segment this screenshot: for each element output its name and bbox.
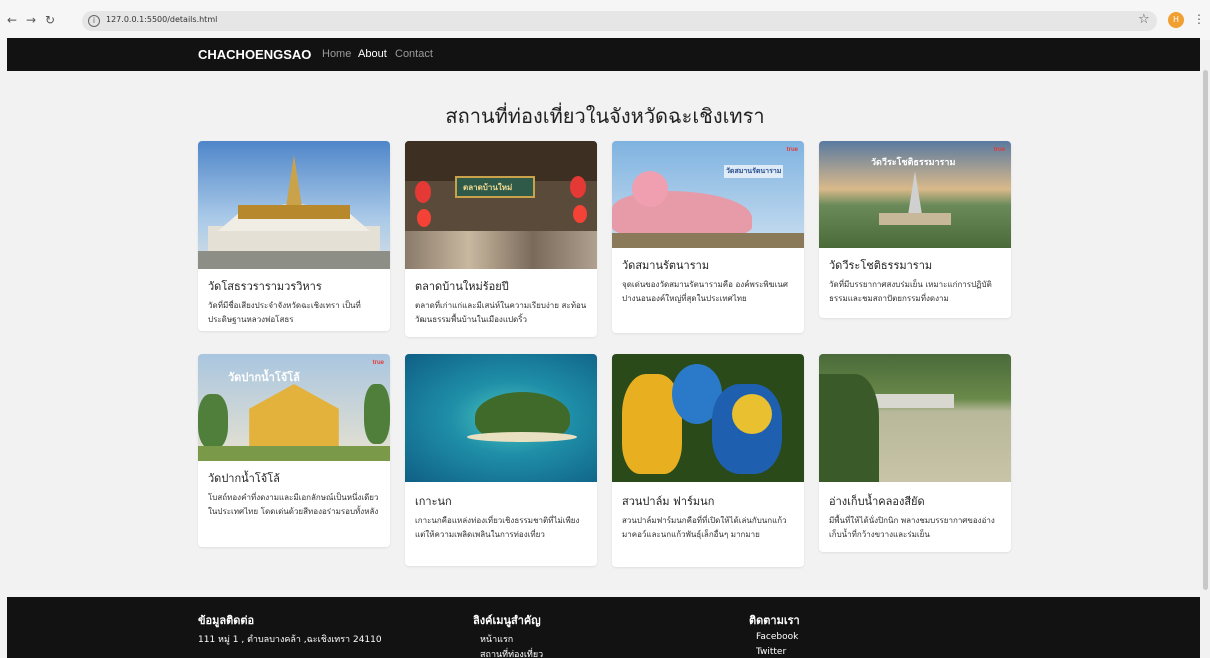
true-logo: true [993,147,1005,153]
place-card[interactable]: true วัดสมานรัตนาราม วัดสมานรัตนาราม จุด… [612,141,804,333]
card-description: วัดที่มีชื่อเสียงประจำจังหวัดฉะเชิงเทรา … [208,301,361,324]
footer-follow-title: ติดตามเรา [749,614,800,627]
card-title: วัดปากน้ำโจ้โล้ [208,472,280,485]
image-overlay-text: วัดสมานรัตนาราม [724,165,784,178]
card-title: อ่างเก็บน้ำคลองสียัด [829,495,925,508]
address-bar[interactable]: i 127.0.0.1:5500/details.html [82,11,1157,31]
url-text: 127.0.0.1:5500/details.html [106,15,218,24]
market-sign-text: ตลาดบ้านใหม่ [463,183,513,192]
browser-menu-icon[interactable]: ⋮ [1193,12,1205,26]
image-overlay-text: วัดวีระโชติธรรมาราม [871,158,956,168]
forward-arrow-icon[interactable]: → [24,13,38,27]
footer-contact-title: ข้อมูลติดต่อ [198,614,255,627]
scrollbar-thumb[interactable] [1203,70,1208,590]
footer-address: 111 หมู่ 1 , ตำบลบางคล้า ,ฉะเชิงเทรา 241… [198,635,382,645]
true-logo: true [786,147,798,153]
nav-link-home[interactable]: Home [322,48,351,60]
browser-toolbar: ← → ↻ i 127.0.0.1:5500/details.html ☆ H … [0,0,1210,40]
card-title: สวนปาล์ม ฟาร์มนก [622,495,715,508]
true-logo: true [372,360,384,366]
page-scrollbar[interactable] [1201,40,1210,658]
place-card[interactable]: true วัดวีระโชติธรรมาราม วัดวีระโชติธรรม… [819,141,1011,318]
bookmark-star-icon[interactable]: ☆ [1138,13,1150,27]
place-card[interactable]: สวนปาล์ม ฟาร์มนก สวนปาล์มฟาร์มนกคือที่ที… [612,354,804,567]
card-image [198,141,390,269]
footer-link-twitter[interactable]: Twitter [756,647,786,657]
place-card[interactable]: อ่างเก็บน้ำคลองสียัด มีพื้นที่ให้ได้นั่ง… [819,354,1011,552]
card-description: โบสถ์ทองคำที่งดงามและมีเอกลักษณ์เป็นหนึ่… [208,493,379,516]
card-description: ตลาดที่เก่าแก่และมีเสน่ห์ในความเรียบง่าย… [415,301,587,324]
place-card[interactable]: วัดโสธรวรารามวรวิหาร วัดที่มีชื่อเสียงปร… [198,141,390,331]
back-arrow-icon[interactable]: ← [5,13,19,27]
card-description: สวนปาล์มฟาร์มนกคือที่ที่เปิดให้ได้เล่นกั… [622,516,787,539]
site-info-icon[interactable]: i [88,15,100,27]
card-title: ตลาดบ้านใหม่ร้อยปี [415,280,509,293]
card-image [405,354,597,482]
card-description: จุดเด่นของวัดสมานรัตนารามคือ องค์พระพิฆเ… [622,280,788,303]
nav-link-about[interactable]: About [358,48,387,60]
reload-icon[interactable]: ↻ [43,13,57,27]
card-image: ตลาดบ้านใหม่ [405,141,597,269]
site-footer: ข้อมูลติดต่อ 111 หมู่ 1 , ตำบลบางคล้า ,ฉ… [7,597,1200,658]
footer-link-home[interactable]: หน้าแรก [480,632,513,646]
card-description: วัดที่มีบรรยากาศสงบร่มเย็น เหมาะแก่การปฏ… [829,280,992,303]
nav-link-contact[interactable]: Contact [395,48,433,60]
card-title: เกาะนก [415,495,452,508]
card-title: วัดวีระโชติธรรมาราม [829,259,933,272]
place-card[interactable]: เกาะนก เกาะนกคือแหล่งท่องเที่ยวเชิงธรรมช… [405,354,597,566]
card-image: true วัดปากน้ำโจ้โล้ [198,354,390,461]
card-description: เกาะนกคือแหล่งท่องเที่ยวเชิงธรรมชาติที่ไ… [415,516,580,539]
profile-avatar[interactable]: H [1168,12,1184,28]
site-navbar: CHACHOENGSAO Home About Contact [7,38,1200,71]
card-title: วัดสมานรัตนาราม [622,259,710,272]
page-title: สถานที่ท่องเที่ยวในจังหวัดฉะเชิงเทรา [445,104,765,128]
card-image [612,354,804,482]
image-overlay-text: วัดปากน้ำโจ้โล้ [228,371,300,384]
card-image: true วัดสมานรัตนาราม [612,141,804,248]
place-card[interactable]: ตลาดบ้านใหม่ ตลาดบ้านใหม่ร้อยปี ตลาดที่เ… [405,141,597,337]
site-brand[interactable]: CHACHOENGSAO [198,47,311,62]
card-image [819,354,1011,482]
footer-links-title: ลิงค์เมนูสำคัญ [473,614,541,627]
card-description: มีพื้นที่ให้ได้นั่งปิกนิก พลางชมบรรยากาศ… [829,516,995,539]
footer-link-facebook[interactable]: Facebook [756,632,798,642]
footer-link-attractions[interactable]: สถานที่ท่องเที่ยว [480,647,543,658]
card-image: true วัดวีระโชติธรรมาราม [819,141,1011,248]
card-title: วัดโสธรวรารามวรวิหาร [208,280,322,293]
place-card[interactable]: true วัดปากน้ำโจ้โล้ วัดปากน้ำโจ้โล้ โบส… [198,354,390,547]
